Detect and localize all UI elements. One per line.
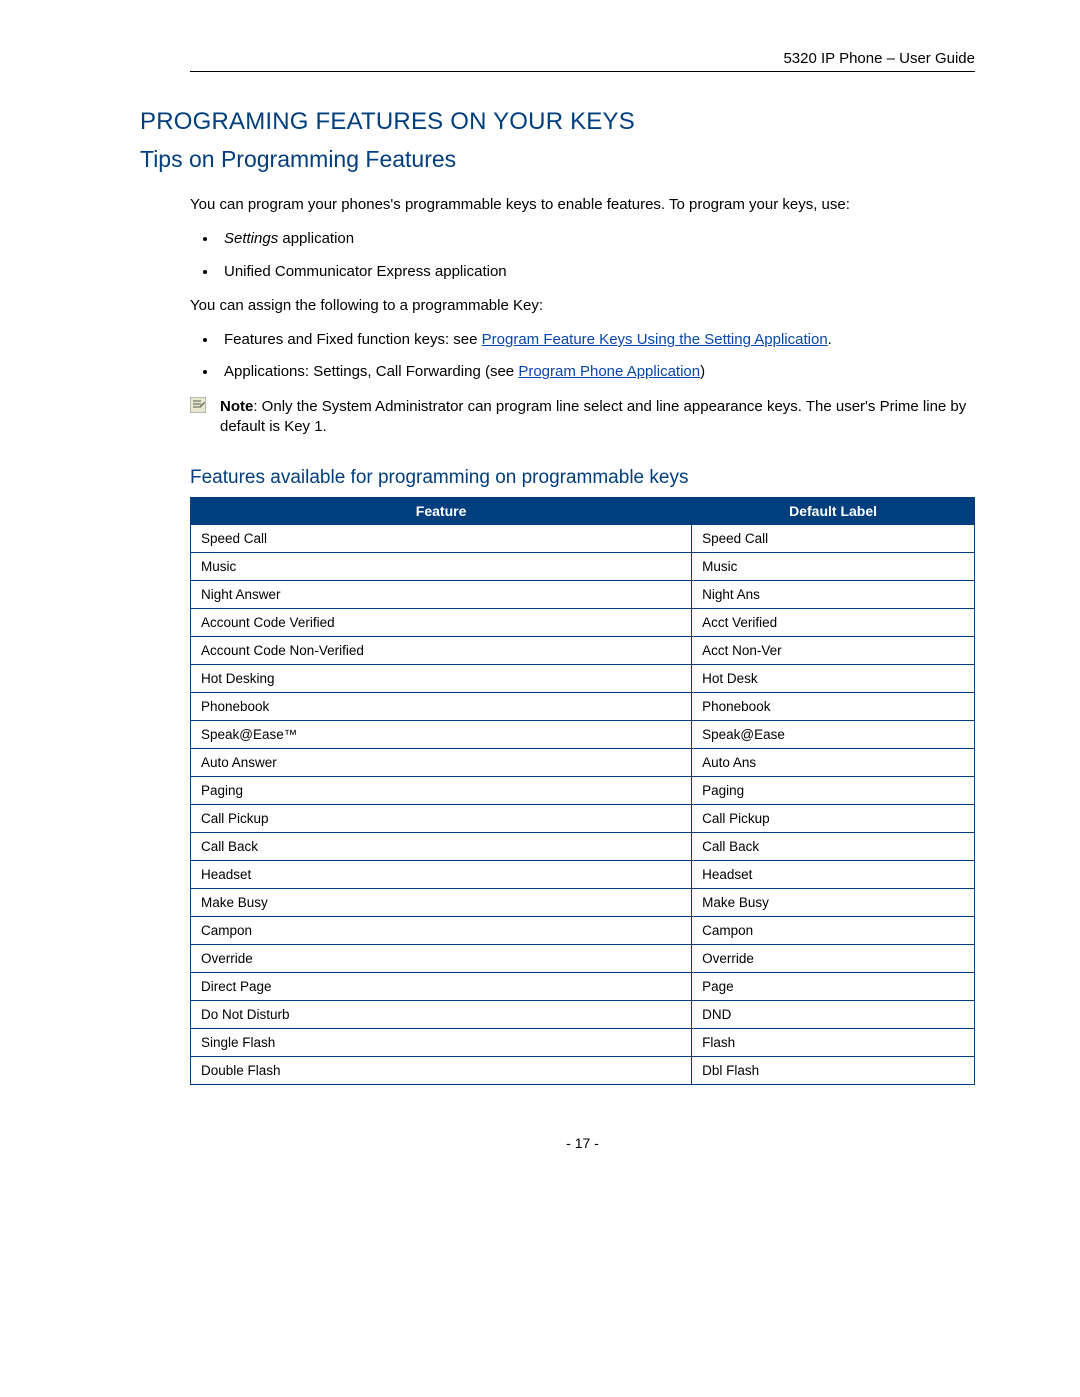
list-item: Unified Communicator Express application	[218, 262, 975, 282]
default-label-cell: Hot Desk	[692, 665, 975, 693]
table-row: Account Code VerifiedAcct Verified	[191, 609, 975, 637]
link-program-phone-application[interactable]: Program Phone Application	[518, 363, 700, 380]
note-body: : Only the System Administrator can prog…	[220, 398, 966, 435]
table-row: Direct PagePage	[191, 973, 975, 1001]
default-label-cell: Headset	[692, 861, 975, 889]
table-row: Account Code Non-VerifiedAcct Non-Ver	[191, 637, 975, 665]
link-program-feature-keys[interactable]: Program Feature Keys Using the Setting A…	[482, 331, 828, 348]
default-label-cell: Auto Ans	[692, 749, 975, 777]
feature-cell: Phonebook	[191, 693, 692, 721]
feature-cell: Single Flash	[191, 1029, 692, 1057]
default-label-cell: DND	[692, 1001, 975, 1029]
default-label-cell: Flash	[692, 1029, 975, 1057]
settings-italic: Settings	[224, 230, 278, 247]
feature-cell: Double Flash	[191, 1057, 692, 1085]
feature-cell: Call Pickup	[191, 805, 692, 833]
heading-3: Features available for programming on pr…	[190, 467, 975, 489]
col-header-default-label: Default Label	[692, 498, 975, 525]
feature-cell: Auto Answer	[191, 749, 692, 777]
note-label: Note	[220, 398, 253, 415]
table-row: Do Not DisturbDND	[191, 1001, 975, 1029]
table-row: Auto AnswerAuto Ans	[191, 749, 975, 777]
intro-paragraph: You can program your phones's programmab…	[190, 195, 975, 215]
table-row: Speed CallSpeed Call	[191, 525, 975, 553]
heading-1: PROGRAMING FEATURES ON YOUR KEYS	[140, 108, 975, 136]
note-text: Note: Only the System Administrator can …	[220, 397, 975, 438]
table-row: Make BusyMake Busy	[191, 889, 975, 917]
feature-cell: Headset	[191, 861, 692, 889]
default-label-cell: Page	[692, 973, 975, 1001]
features-table: Feature Default Label Speed CallSpeed Ca…	[190, 497, 975, 1085]
feature-cell: Speed Call	[191, 525, 692, 553]
page-header: 5320 IP Phone – User Guide	[190, 50, 975, 72]
feature-cell: Make Busy	[191, 889, 692, 917]
table-row: Speak@Ease™Speak@Ease	[191, 721, 975, 749]
feature-cell: Override	[191, 945, 692, 973]
table-row: Call PickupCall Pickup	[191, 805, 975, 833]
table-header-row: Feature Default Label	[191, 498, 975, 525]
default-label-cell: Make Busy	[692, 889, 975, 917]
list-item: Applications: Settings, Call Forwarding …	[218, 362, 975, 382]
table-row: Single FlashFlash	[191, 1029, 975, 1057]
table-row: CamponCampon	[191, 917, 975, 945]
table-row: Hot DeskingHot Desk	[191, 665, 975, 693]
table-row: PhonebookPhonebook	[191, 693, 975, 721]
table-row: HeadsetHeadset	[191, 861, 975, 889]
default-label-cell: Acct Non-Ver	[692, 637, 975, 665]
feature-cell: Account Code Verified	[191, 609, 692, 637]
default-label-cell: Speed Call	[692, 525, 975, 553]
header-text: 5320 IP Phone – User Guide	[783, 50, 975, 67]
feature-cell: Music	[191, 553, 692, 581]
table-row: Call BackCall Back	[191, 833, 975, 861]
default-label-cell: Night Ans	[692, 581, 975, 609]
text: )	[700, 363, 705, 380]
feature-cell: Paging	[191, 777, 692, 805]
default-label-cell: Speak@Ease	[692, 721, 975, 749]
note-icon	[190, 397, 210, 438]
feature-cell: Call Back	[191, 833, 692, 861]
table-row: Double FlashDbl Flash	[191, 1057, 975, 1085]
default-label-cell: Call Pickup	[692, 805, 975, 833]
default-label-cell: Phonebook	[692, 693, 975, 721]
feature-cell: Hot Desking	[191, 665, 692, 693]
default-label-cell: Paging	[692, 777, 975, 805]
feature-cell: Do Not Disturb	[191, 1001, 692, 1029]
default-label-cell: Dbl Flash	[692, 1057, 975, 1085]
bullet-list-2: Features and Fixed function keys: see Pr…	[190, 330, 975, 383]
text: Applications: Settings, Call Forwarding …	[224, 363, 518, 380]
feature-cell: Speak@Ease™	[191, 721, 692, 749]
page: 5320 IP Phone – User Guide PROGRAMING FE…	[0, 0, 1080, 1191]
default-label-cell: Music	[692, 553, 975, 581]
feature-cell: Night Answer	[191, 581, 692, 609]
text: .	[828, 331, 832, 348]
feature-cell: Direct Page	[191, 973, 692, 1001]
table-row: MusicMusic	[191, 553, 975, 581]
feature-cell: Account Code Non-Verified	[191, 637, 692, 665]
page-footer: - 17 -	[190, 1135, 975, 1151]
default-label-cell: Override	[692, 945, 975, 973]
table-row: PagingPaging	[191, 777, 975, 805]
settings-post: application	[278, 230, 354, 247]
table-row: Night AnswerNight Ans	[191, 581, 975, 609]
heading-2: Tips on Programming Features	[140, 146, 975, 173]
default-label-cell: Campon	[692, 917, 975, 945]
feature-cell: Campon	[191, 917, 692, 945]
note-row: Note: Only the System Administrator can …	[190, 397, 975, 438]
list-item: Features and Fixed function keys: see Pr…	[218, 330, 975, 350]
text: Features and Fixed function keys: see	[224, 331, 482, 348]
list-item: Settings application	[218, 229, 975, 249]
default-label-cell: Call Back	[692, 833, 975, 861]
default-label-cell: Acct Verified	[692, 609, 975, 637]
table-row: OverrideOverride	[191, 945, 975, 973]
bullet-list-1: Settings application Unified Communicato…	[190, 229, 975, 282]
col-header-feature: Feature	[191, 498, 692, 525]
assign-paragraph: You can assign the following to a progra…	[190, 296, 975, 316]
